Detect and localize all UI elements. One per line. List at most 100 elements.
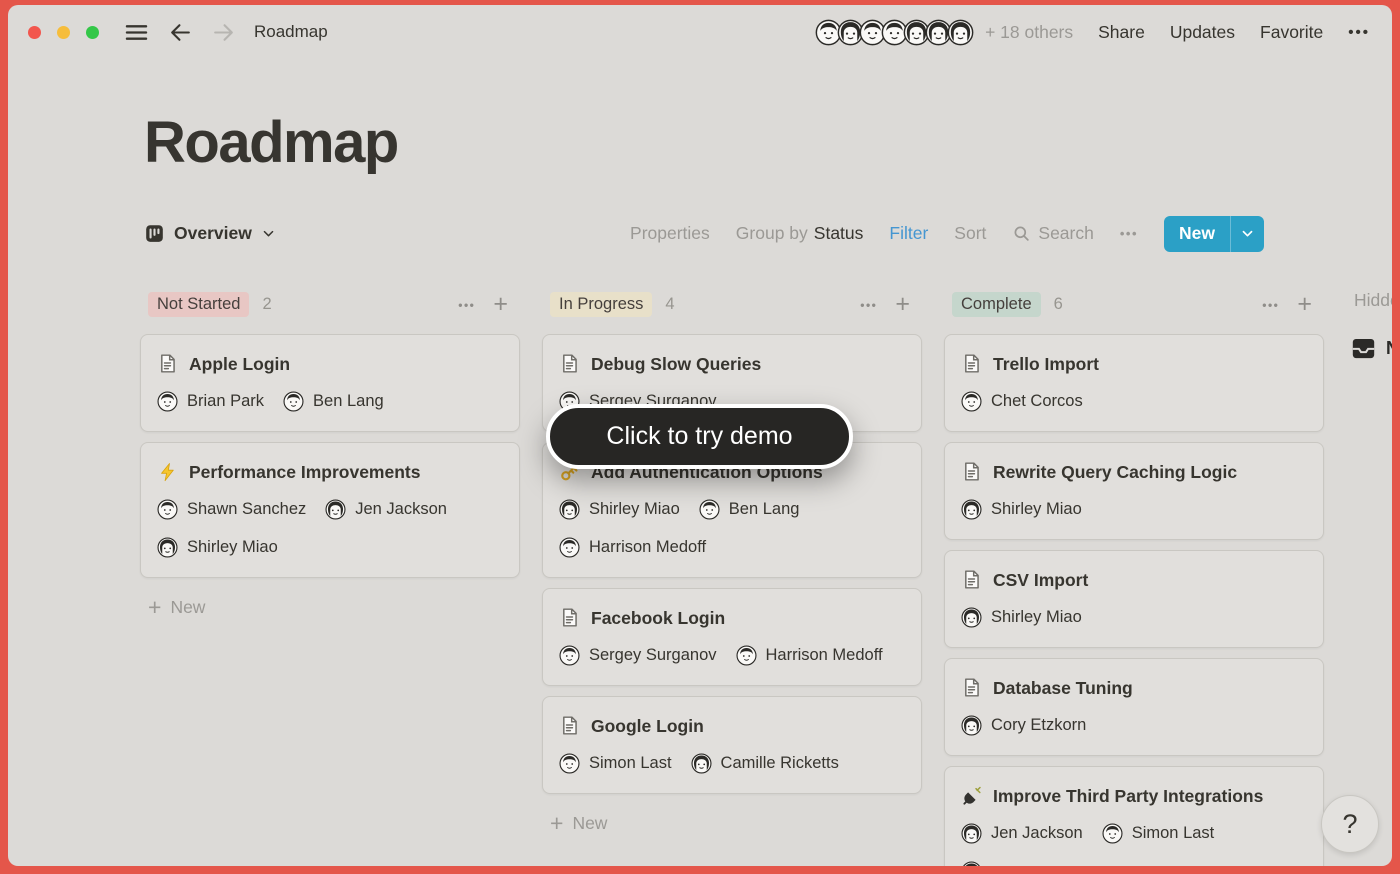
- card-title: Performance Improvements: [189, 459, 420, 485]
- kanban-card[interactable]: Database TuningCory Etzkorn: [944, 658, 1324, 756]
- kanban-card[interactable]: CSV ImportShirley Miao: [944, 550, 1324, 648]
- close-button[interactable]: [28, 26, 41, 39]
- board-column-complete: Complete6•••+Trello ImportChet CorcosRew…: [944, 290, 1324, 866]
- plus-icon: +: [550, 812, 563, 835]
- assignee-avatar: [1102, 823, 1123, 844]
- card-assignee: Jen Jackson: [325, 499, 447, 520]
- titlebar: Roadmap + 18 others Share Updates Favori…: [8, 5, 1392, 59]
- collaborator-avatars: [815, 19, 974, 46]
- card-assignee: Sergey Surganov: [559, 645, 717, 666]
- more-menu-icon[interactable]: •••: [1348, 24, 1370, 41]
- column-count: 4: [665, 295, 674, 314]
- add-card-button[interactable]: +New: [140, 588, 520, 627]
- view-name: Overview: [174, 223, 252, 244]
- kanban-card[interactable]: Performance Improvements Shawn Sanchez Jen…: [140, 442, 520, 578]
- plug-icon: [961, 786, 982, 806]
- assignee-name: Camille Ricketts: [721, 754, 839, 773]
- search-button[interactable]: Search: [1012, 223, 1093, 244]
- assignee-name: Ben Lang: [729, 500, 800, 519]
- new-button-main[interactable]: New: [1164, 216, 1230, 252]
- assignee-avatar: [325, 499, 346, 520]
- column-status-badge[interactable]: In Progress: [550, 292, 652, 317]
- doc-icon: [961, 569, 982, 590]
- kanban-card[interactable]: Rewrite Query Caching LogicShirley Miao: [944, 442, 1324, 540]
- board-column-not-started: Not Started2•••+Apple LoginBrian ParkBen…: [140, 290, 520, 627]
- kanban-card[interactable]: Improve Third Party IntegrationsJen Jack…: [944, 766, 1324, 866]
- doc-icon: [559, 607, 580, 628]
- card-title: Google Login: [591, 713, 704, 739]
- assignee-name: Shirley Miao: [991, 608, 1082, 627]
- zoom-button[interactable]: [86, 26, 99, 39]
- assignee-name: Jen Jackson: [991, 824, 1083, 843]
- help-button[interactable]: ?: [1321, 795, 1379, 853]
- kanban-card[interactable]: Apple LoginBrian ParkBen Lang: [140, 334, 520, 432]
- card-assignee: Harrison Medoff: [736, 645, 883, 666]
- column-header: In Progress 4 ••• +: [542, 290, 922, 320]
- kanban-card[interactable]: Google LoginSimon LastCamille Ricketts: [542, 696, 922, 794]
- hamburger-menu-icon[interactable]: [123, 19, 150, 46]
- assignee-name: Cory Etzkorn: [991, 716, 1086, 735]
- card-assignee: Jen Jackson: [961, 823, 1083, 844]
- toolbar-more-icon[interactable]: •••: [1120, 226, 1138, 241]
- forward-arrow-icon: [211, 20, 236, 45]
- assignee-avatar: [961, 715, 982, 736]
- no-status-column[interactable]: No Status: [1350, 335, 1392, 362]
- column-status-badge[interactable]: Not Started: [148, 292, 249, 317]
- column-add-icon[interactable]: +: [1297, 292, 1312, 317]
- assignee-avatar: [961, 823, 982, 844]
- group-by-button[interactable]: Group byStatus: [736, 223, 864, 244]
- assignee-name: Harrison Medoff: [766, 646, 883, 665]
- kanban-card[interactable]: Trello ImportChet Corcos: [944, 334, 1324, 432]
- add-card-button[interactable]: +New: [542, 804, 922, 843]
- column-menu-icon[interactable]: •••: [860, 298, 877, 312]
- collaborator-avatar[interactable]: [947, 19, 974, 46]
- hidden-columns-label[interactable]: Hidden columns: [1354, 290, 1392, 311]
- breadcrumb[interactable]: Roadmap: [254, 22, 328, 42]
- card-title: Debug Slow Queries: [591, 351, 761, 377]
- assignee-avatar: [283, 391, 304, 412]
- assignee-name: Brian Park: [187, 392, 264, 411]
- share-button[interactable]: Share: [1098, 22, 1145, 43]
- assignee-name: Ben Lang: [313, 392, 384, 411]
- assignee-name: Shawn Sanchez: [187, 500, 306, 519]
- new-button-chevron-icon[interactable]: [1230, 216, 1264, 252]
- card-assignee: Shawn Sanchez: [157, 499, 306, 520]
- view-switcher[interactable]: Overview: [144, 223, 276, 244]
- column-add-icon[interactable]: +: [895, 292, 910, 317]
- assignee-avatar: [157, 537, 178, 558]
- column-status-badge[interactable]: Complete: [952, 292, 1041, 317]
- favorite-button[interactable]: Favorite: [1260, 22, 1323, 43]
- demo-tooltip[interactable]: Click to try demo: [546, 404, 853, 469]
- column-add-icon[interactable]: +: [493, 292, 508, 317]
- column-header: Not Started2•••+: [140, 290, 520, 320]
- assignee-avatar: [157, 391, 178, 412]
- card-assignee: Cory Etzkorn: [961, 715, 1086, 736]
- card-assignee: Ben Lang: [283, 391, 384, 412]
- assignee-avatar: [699, 499, 720, 520]
- column-menu-icon[interactable]: •••: [458, 298, 475, 312]
- doc-icon: [157, 353, 178, 374]
- properties-button[interactable]: Properties: [630, 223, 710, 244]
- updates-button[interactable]: Updates: [1170, 22, 1235, 43]
- group-by-value: Status: [814, 223, 864, 243]
- new-button: New: [1164, 216, 1264, 252]
- sort-button[interactable]: Sort: [954, 223, 986, 244]
- card-assignee: Shirley Miao: [559, 499, 680, 520]
- doc-icon: [559, 353, 580, 374]
- doc-icon: [559, 715, 580, 736]
- assignee-avatar: [157, 499, 178, 520]
- doc-icon: [961, 353, 982, 374]
- assignee-name: Shirley Miao: [187, 538, 278, 557]
- column-menu-icon[interactable]: •••: [1262, 298, 1279, 312]
- back-arrow-icon[interactable]: [168, 20, 193, 45]
- card-assignee: Camille Ricketts: [691, 753, 839, 774]
- assignee-name: Shirley Miao: [991, 500, 1082, 519]
- chevron-down-icon: [261, 226, 276, 241]
- kanban-card[interactable]: Facebook LoginSergey SurganovHarrison Me…: [542, 588, 922, 686]
- filter-button[interactable]: Filter: [889, 223, 928, 244]
- others-count[interactable]: + 18 others: [985, 22, 1073, 43]
- minimize-button[interactable]: [57, 26, 70, 39]
- assignee-avatar: [961, 391, 982, 412]
- card-assignee: [961, 861, 991, 866]
- assignee-avatar: [961, 861, 982, 866]
